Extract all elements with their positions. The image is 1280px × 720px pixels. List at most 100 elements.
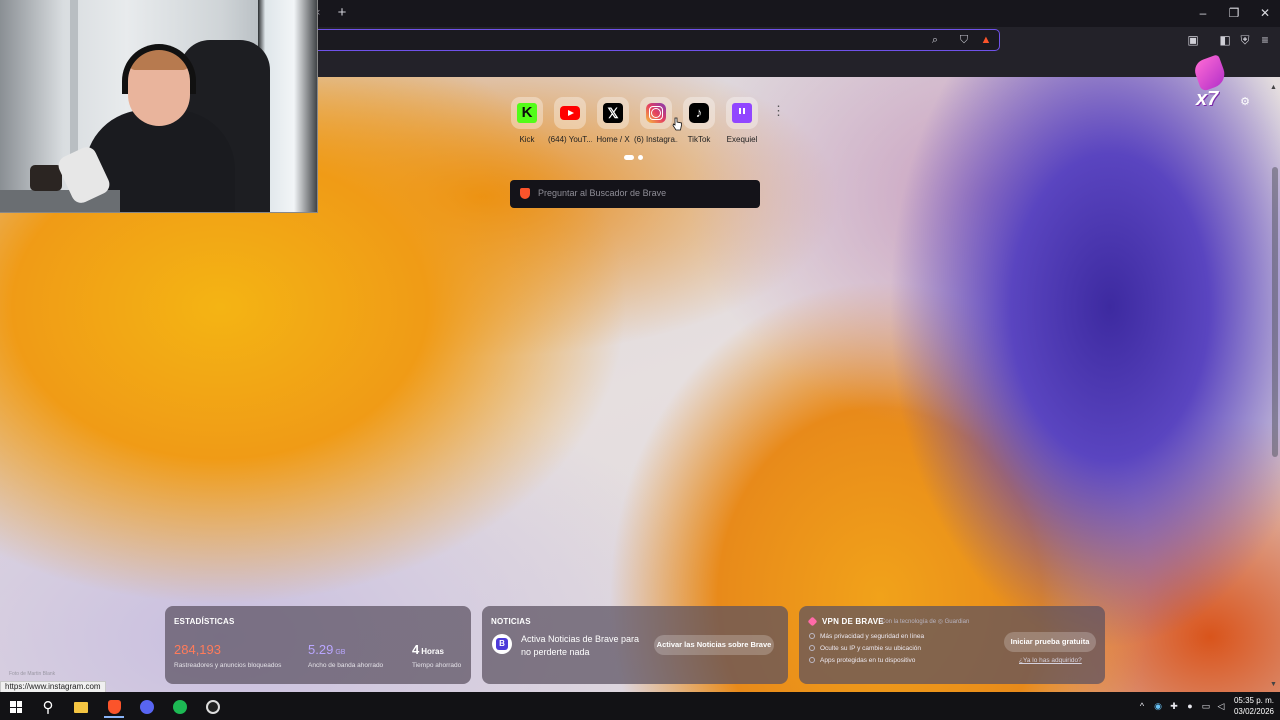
vpn-feature: Apps protegidas en tu dispositivo	[809, 657, 915, 664]
trackers-caption: Rastreadores y anuncios bloqueados	[174, 662, 282, 669]
brave-taskbar-button[interactable]	[100, 696, 128, 718]
start-trial-button[interactable]: Iniciar prueba gratuita	[1004, 632, 1096, 652]
network-icon[interactable]: ▭	[1200, 700, 1212, 712]
bandwidth-stat: 5.29 GB Ancho de banda ahorrado	[308, 641, 383, 669]
hand-icon	[1191, 54, 1229, 92]
brave-search-box[interactable]: Preguntar al Buscador de Brave	[510, 180, 760, 208]
time-stat: 4 Horas Tiempo ahorrado	[412, 641, 461, 669]
cursor-hand-icon	[672, 117, 682, 131]
shortcut-label: TikTok	[687, 135, 711, 144]
discord-taskbar-button[interactable]	[133, 696, 161, 718]
restore-button[interactable]: ❐	[1219, 4, 1249, 22]
discord-icon	[140, 700, 154, 714]
instagram-icon	[646, 103, 666, 123]
time-caption: Tiempo ahorrado	[412, 662, 462, 669]
pager-dot[interactable]	[638, 155, 643, 160]
screen: × + – ❐ ✕ ⌕ ⛉ ▲ ▣ ◧ ⛨ ≡ ▲ ▼ K Kick (644)…	[0, 0, 1280, 720]
volume-icon[interactable]: ◁	[1215, 700, 1227, 712]
twitch-icon	[732, 103, 752, 123]
youtube-icon	[560, 106, 580, 120]
zoom-icon[interactable]: ⌕	[928, 33, 942, 47]
new-tab-button[interactable]: +	[334, 5, 350, 21]
news-icon: B	[492, 634, 512, 654]
vpn-shield-icon[interactable]: ⛨	[1237, 32, 1253, 48]
check-icon	[809, 633, 815, 639]
scrollbar-thumb[interactable]	[1272, 167, 1278, 457]
spotify-taskbar-button[interactable]	[166, 696, 194, 718]
microphone-tray-icon[interactable]: ●	[1184, 700, 1196, 712]
shortcut-x[interactable]: 𝕏 Home / X	[591, 97, 635, 144]
steam-icon[interactable]: ◉	[1152, 700, 1164, 712]
vpn-widget: VPN DE BRAVE Con la tecnología de ◎ Guar…	[799, 606, 1105, 684]
search-button[interactable]: ⚲	[34, 696, 62, 718]
shortcut-label: Home / X	[596, 135, 630, 144]
enable-news-button[interactable]: Activar las Noticias sobre Brave	[654, 635, 774, 655]
bandwidth-caption: Ancho de banda ahorrado	[308, 662, 384, 669]
shortcut-kick[interactable]: K Kick	[505, 97, 549, 144]
check-icon	[809, 645, 815, 651]
obs-taskbar-button[interactable]	[199, 696, 227, 718]
shortcut-youtube[interactable]: (644) YouT...	[548, 97, 592, 144]
vpn-icon	[807, 616, 818, 627]
bandwidth-value: 5.29	[308, 642, 334, 657]
gear-icon[interactable]: ⚙	[1239, 96, 1251, 108]
tiktok-icon: ♪	[689, 103, 709, 123]
shortcut-label: (644) YouT...	[548, 135, 592, 144]
trackers-stat: 284,193 Rastreadores y anuncios bloquead…	[174, 641, 281, 669]
spotify-icon	[173, 700, 187, 714]
shortcuts-more-icon[interactable]: ⋮	[772, 104, 785, 118]
webcam-overlay	[0, 0, 318, 213]
menu-icon[interactable]: ≡	[1257, 32, 1273, 48]
bandwidth-unit: GB	[335, 649, 346, 656]
check-icon	[809, 657, 815, 663]
widget-title: VPN DE BRAVE	[822, 617, 884, 626]
file-explorer-button[interactable]	[67, 696, 95, 718]
shortcut-label: (6) Instagra...	[634, 135, 678, 144]
taskbar: ⚲	[0, 692, 1280, 720]
start-button[interactable]	[2, 696, 30, 718]
vpn-feature: Oculte su IP y cambie su ubicación	[809, 645, 921, 652]
scroll-down-arrow[interactable]: ▼	[1270, 681, 1278, 689]
brave-shields-icon[interactable]: ⛉	[957, 33, 971, 47]
pager-dot-active[interactable]	[624, 155, 634, 160]
news-widget: NOTICIAS B Activa Noticias de Brave para…	[482, 606, 788, 684]
address-bar[interactable]: ⌕ ⛉ ▲	[300, 29, 1000, 51]
trackers-value: 284,193	[174, 642, 221, 657]
shortcut-twitch[interactable]: Exequiel	[720, 97, 764, 144]
time-unit: Horas	[421, 647, 444, 656]
already-purchased-link[interactable]: ¿Ya lo has adquirido?	[1019, 657, 1082, 664]
widget-title: NOTICIAS	[491, 617, 531, 626]
sidebar-toggle-icon[interactable]: ◧	[1217, 32, 1233, 48]
combo-count: x7	[1196, 88, 1219, 110]
folder-icon	[74, 701, 88, 713]
wallet-icon[interactable]: ▣	[1185, 32, 1201, 48]
close-window-button[interactable]: ✕	[1250, 4, 1280, 22]
obs-icon	[206, 700, 220, 714]
news-promo-text: Activa Noticias de Brave para no perdert…	[521, 634, 640, 657]
search-icon: ⚲	[42, 699, 54, 716]
clock-date: 03/02/2026	[1233, 707, 1274, 716]
clock-time: 05:35 p. m.	[1233, 696, 1274, 705]
shortcut-label: Exequiel	[726, 135, 758, 144]
time-value: 4	[412, 642, 420, 657]
windows-icon	[10, 701, 22, 713]
brave-lion-icon	[520, 188, 530, 199]
brave-icon	[107, 700, 121, 714]
stats-widget: ESTADÍSTICAS 284,193 Rastreadores y anun…	[165, 606, 471, 684]
minimize-button[interactable]: –	[1188, 4, 1218, 22]
shortcut-tiktok[interactable]: ♪ TikTok	[677, 97, 721, 144]
widget-title: ESTADÍSTICAS	[174, 617, 235, 626]
photo-credit[interactable]: Foto de Martin Blank	[9, 671, 55, 677]
vpn-feature: Más privacidad y seguridad en línea	[809, 633, 924, 640]
kick-icon: K	[517, 103, 537, 123]
scroll-up-arrow[interactable]: ▲	[1270, 84, 1278, 92]
vpn-powered-by: Con la tecnología de ◎ Guardian	[881, 619, 970, 625]
nvidia-icon[interactable]: ✚	[1168, 700, 1180, 712]
shortcut-label: Kick	[519, 135, 535, 144]
brave-rewards-icon[interactable]: ▲	[979, 33, 993, 47]
x-icon: 𝕏	[603, 103, 623, 123]
search-placeholder: Preguntar al Buscador de Brave	[538, 188, 667, 198]
combo-overlay: x7	[1188, 54, 1234, 114]
chevron-up-icon[interactable]: ^	[1136, 700, 1148, 712]
system-clock[interactable]: 05:35 p. m. 03/02/2026	[1228, 695, 1274, 717]
